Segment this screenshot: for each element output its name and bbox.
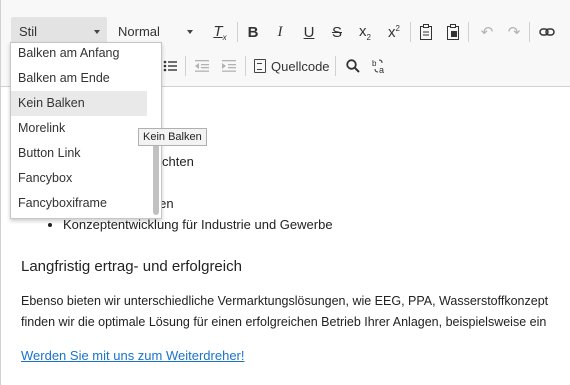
document-icon [254,59,266,73]
paragraph-line: finden wir die optimale Lösung für einen… [21,315,547,329]
tooltip: Kein Balken [138,128,207,146]
strikethrough-icon: S [331,23,342,41]
replace-button[interactable]: ba [368,54,392,78]
replace-icon: ba [372,59,384,74]
link-icon [539,28,555,36]
remove-format-icon: Tx [213,22,227,42]
outdent-button[interactable] [190,54,214,78]
dropdown-item[interactable]: Button Link [11,141,147,166]
bulleted-list-icon [163,60,177,72]
superscript-icon: x2 [388,23,400,41]
toolbar-separator [185,56,186,76]
dropdown-item[interactable]: Fancyboxiframe [11,191,147,216]
toolbar-separator [335,56,336,76]
bold-icon: B [247,23,259,41]
remove-format-button[interactable]: Tx [208,20,232,44]
redo-icon: ↷ [507,24,521,41]
source-button[interactable]: Quellcode [254,54,330,78]
dropdown-item[interactable]: Morelink [11,116,147,141]
paste-from-word-button[interactable] [441,20,465,44]
subscript-icon: x2 [359,22,371,42]
toolbar-separator [468,22,469,42]
bold-button[interactable]: B [241,20,265,44]
find-button[interactable] [341,54,365,78]
svg-text:b: b [372,59,377,68]
source-button-label: Quellcode [271,58,330,74]
toolbar-separator [245,56,246,76]
subscript-button[interactable]: x2 [353,20,377,44]
indent-icon [222,60,236,72]
italic-button[interactable]: I [268,20,292,44]
body-paragraph: Ebenso bieten wir unterschiedliche Verma… [21,291,570,333]
section-heading: Langfristig ertrag- und erfolgreich [21,258,242,275]
indent-button[interactable] [217,54,241,78]
dropdown-item[interactable]: Kein Balken [11,91,147,116]
undo-button[interactable]: ↶ [475,20,499,44]
toolbar-separator [529,22,530,42]
outdent-icon [195,60,209,72]
italic-icon: I [277,23,283,40]
paste-button[interactable] [414,20,438,44]
toolbar-separator [237,22,238,42]
paragraph-line: Ebenso bieten wir unterschiedliche Verma… [21,294,549,308]
dropdown-item[interactable]: Fancybox [11,166,147,191]
strikethrough-button[interactable]: S [325,20,349,44]
underline-icon: U [303,23,315,41]
undo-icon: ↶ [480,24,494,41]
chevron-down-icon [94,30,100,34]
clipboard-icon [420,24,432,40]
dropdown-item[interactable]: Balken am Ende [11,66,147,91]
style-combo-label: Stil [19,24,38,39]
svg-text:a: a [379,65,384,74]
underline-button[interactable]: U [297,20,321,44]
superscript-button[interactable]: x2 [382,20,406,44]
cta-link[interactable]: Werden Sie mit uns zum Weiterdreher! [21,348,245,363]
search-icon [346,59,360,73]
toolbar-separator [410,22,411,42]
link-button[interactable] [535,20,559,44]
redo-button[interactable]: ↷ [502,20,526,44]
chevron-down-icon [187,30,193,34]
paste-word-icon [447,24,459,40]
dropdown-item[interactable]: Balken am Anfang [11,43,147,66]
format-combo-label: Normal [118,24,160,39]
rich-text-editor: Stil Normal Tx B I U S x2 x2 ↶ ↷ Quellco… [0,0,570,385]
